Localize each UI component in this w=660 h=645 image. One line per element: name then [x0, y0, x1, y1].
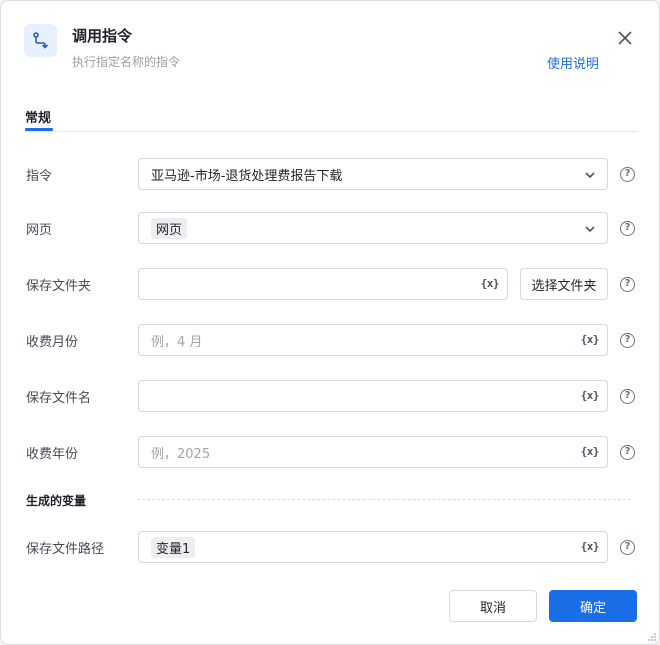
tab-general[interactable]: 常规: [25, 107, 51, 126]
variable-icon[interactable]: {x}: [581, 540, 600, 553]
fee-month-input[interactable]: 例，4 月 {x}: [138, 324, 608, 356]
command-select[interactable]: 亚马逊-市场-退货处理费报告下载: [138, 158, 608, 190]
confirm-button[interactable]: 确定: [549, 590, 637, 622]
close-icon[interactable]: [615, 28, 635, 48]
variable-chip: 变量1: [151, 536, 196, 558]
generated-variables-title: 生成的变量: [26, 494, 87, 508]
usage-help-link[interactable]: 使用说明: [547, 53, 599, 72]
save-folder-label: 保存文件夹: [26, 279, 92, 294]
save-folder-help-icon[interactable]: ?: [620, 277, 635, 292]
variable-icon[interactable]: {x}: [581, 389, 600, 402]
cancel-button[interactable]: 取消: [449, 590, 537, 622]
resize-handle-icon[interactable]: [647, 632, 657, 642]
section-divider: [137, 499, 631, 500]
save-filename-label: 保存文件名: [26, 391, 92, 406]
chevron-down-icon: [585, 226, 595, 233]
variable-icon[interactable]: {x}: [481, 277, 500, 290]
fee-year-input[interactable]: 例，2025 {x}: [138, 436, 608, 468]
variable-icon[interactable]: {x}: [581, 445, 600, 458]
command-select-value: 亚马逊-市场-退货处理费报告下载: [151, 168, 343, 184]
save-filename-input[interactable]: {x}: [138, 380, 608, 412]
webpage-select[interactable]: 网页: [138, 212, 608, 244]
webpage-chip: 网页: [151, 217, 188, 239]
variable-icon[interactable]: {x}: [581, 333, 600, 346]
fee-year-help-icon[interactable]: ?: [620, 445, 635, 460]
chevron-down-icon: [585, 172, 595, 179]
invoke-command-dialog: 调用指令 执行指定名称的指令 使用说明 常规 指令 亚马逊-市场-退货处理费报告…: [0, 0, 660, 645]
command-flow-icon: [24, 24, 57, 57]
fee-month-label: 收费月份: [26, 335, 79, 350]
fee-year-label: 收费年份: [26, 447, 79, 462]
webpage-label: 网页: [26, 223, 53, 238]
fee-month-placeholder: 例，4 月: [151, 334, 203, 350]
command-label: 指令: [26, 169, 53, 184]
fee-month-help-icon[interactable]: ?: [620, 333, 635, 348]
save-path-variable-input[interactable]: 变量1 {x}: [138, 531, 608, 563]
save-path-label: 保存文件路径: [26, 542, 105, 557]
webpage-help-icon[interactable]: ?: [620, 221, 635, 236]
save-filename-help-icon[interactable]: ?: [620, 389, 635, 404]
save-folder-input[interactable]: {x}: [138, 268, 508, 300]
dialog-title: 调用指令: [72, 27, 133, 45]
tab-divider: [25, 131, 638, 132]
fee-year-placeholder: 例，2025: [151, 446, 211, 462]
save-path-help-icon[interactable]: ?: [620, 540, 635, 555]
choose-folder-button[interactable]: 选择文件夹: [520, 268, 608, 300]
dialog-subtitle: 执行指定名称的指令: [72, 55, 181, 69]
command-help-icon[interactable]: ?: [620, 167, 635, 182]
